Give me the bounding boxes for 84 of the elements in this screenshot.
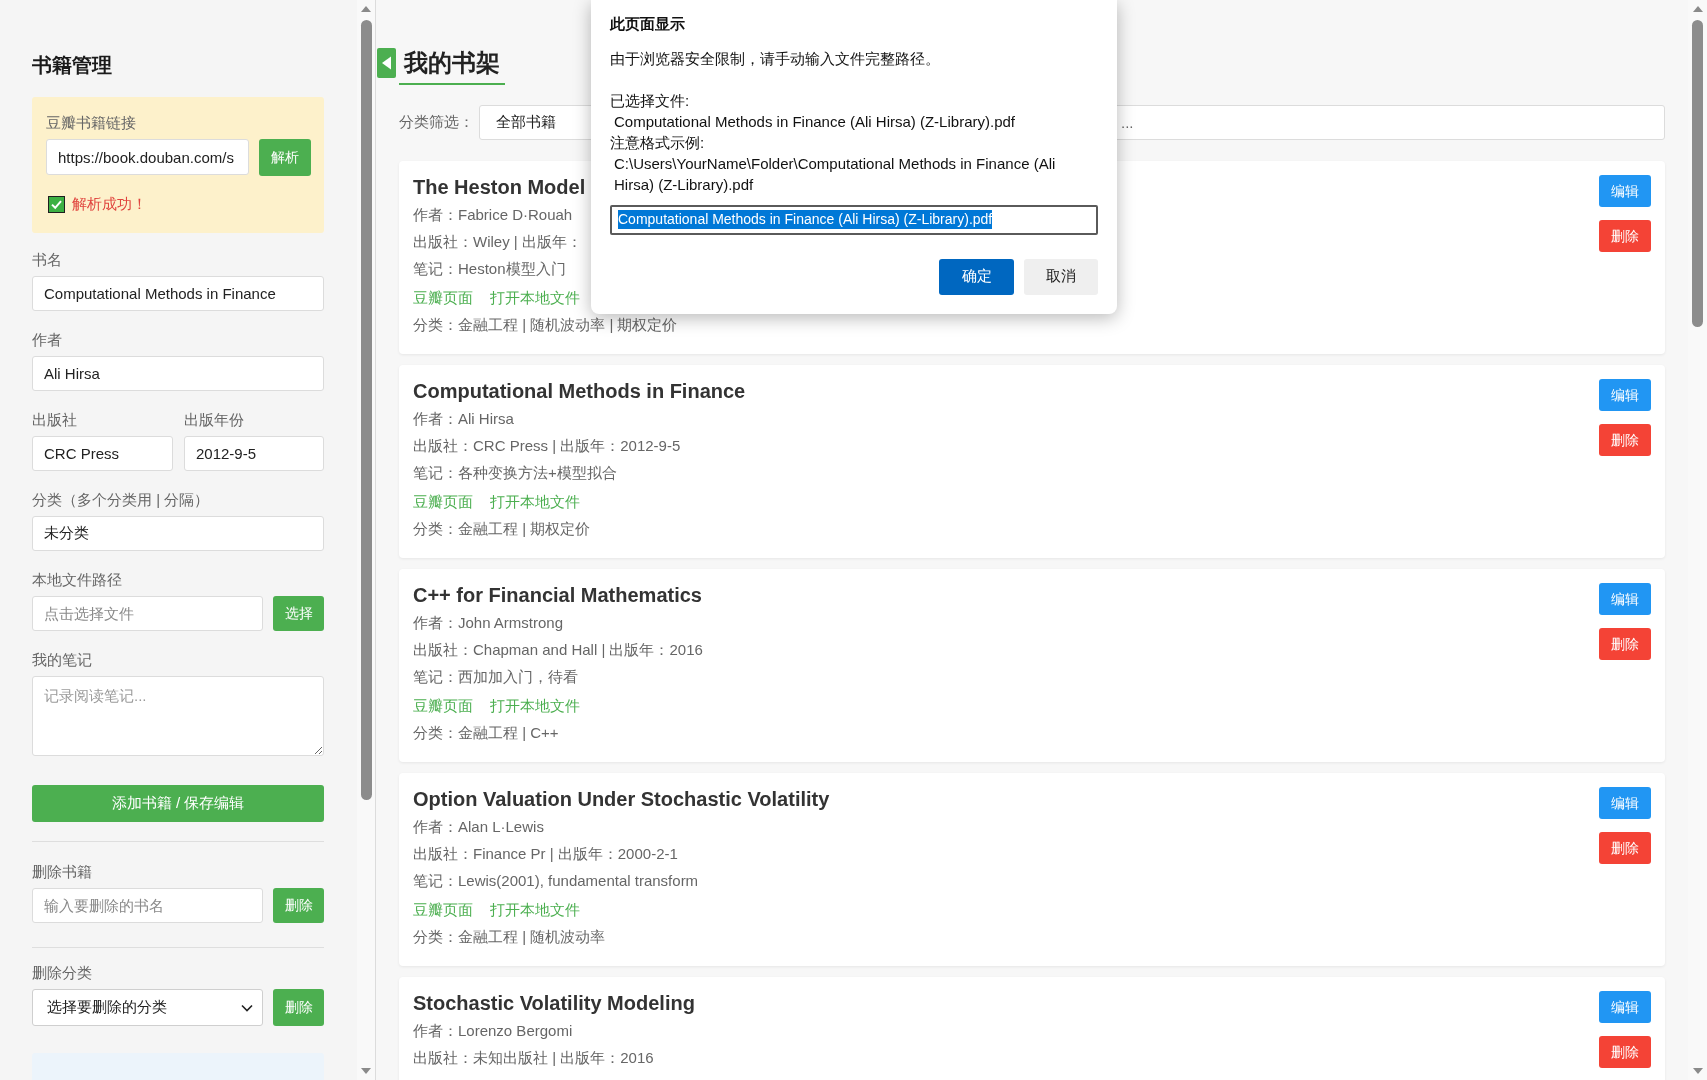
edit-button[interactable]: 编辑 xyxy=(1599,175,1651,207)
book-notes: 笔记：Lewis(2001), fundamental transform xyxy=(413,871,699,891)
book-link[interactable]: 豆瓣页面 xyxy=(413,692,473,719)
book-notes: 笔记：Heston模型入门 xyxy=(413,259,566,279)
year-input[interactable]: 2012-9-5 xyxy=(184,436,324,471)
author-input[interactable]: Ali Hirsa xyxy=(32,356,324,391)
category-input[interactable]: 未分类 xyxy=(32,516,324,551)
book-categories: 分类：金融工程 | 随机波动率 | 期权定价 xyxy=(413,315,678,335)
delete-title-input[interactable]: 输入要删除的书名 xyxy=(32,888,263,923)
scrollbar-thumb[interactable] xyxy=(1692,20,1703,327)
cancel-button[interactable]: 取消 xyxy=(1024,258,1098,295)
delete-button[interactable]: 删除 xyxy=(1599,220,1651,252)
field-label: 作者 xyxy=(32,330,62,350)
field-label: 豆瓣书籍链接 xyxy=(46,113,136,133)
field-label: 我的笔记 xyxy=(32,650,92,670)
book-publisher: 出版社：Finance Pr | 出版年：2000-2-1 xyxy=(413,844,678,864)
save-book-button[interactable]: 添加书籍 / 保存编辑 xyxy=(32,785,324,822)
book-title: Computational Methods in Finance xyxy=(413,379,746,404)
parse-button[interactable]: 解析 xyxy=(259,139,311,176)
file-path-input[interactable]: 点击选择文件 xyxy=(32,596,263,631)
book-publisher: 出版社：CRC Press | 出版年：2012-9-5 xyxy=(413,436,681,456)
delete-button[interactable]: 删除 xyxy=(1599,424,1651,456)
book-notes: 笔记：各种变换方法+模型拟合 xyxy=(413,463,617,483)
delete-book-button[interactable]: 删除 xyxy=(273,888,324,923)
book-notes: 笔记：西加加入门，待看 xyxy=(413,667,578,687)
delete-button[interactable]: 删除 xyxy=(1599,628,1651,660)
example-path: C:\Users\YourName\Folder\Computational Methods in Finance (Ali Hirsa) (Z-Library).pdf xyxy=(613,153,1057,195)
book-link[interactable]: 豆瓣页面 xyxy=(413,896,473,923)
book-categories: 分类：金融工程 | 随机波动率 xyxy=(413,927,606,947)
field-label: 删除分类 xyxy=(32,963,92,983)
path-input[interactable]: Computational Methods in Finance (Ali Hirsa) (Z-Library).pdf xyxy=(610,204,1098,235)
scroll-down-icon[interactable] xyxy=(1692,1068,1703,1074)
scroll-up-icon[interactable] xyxy=(361,6,371,12)
checkmark-icon xyxy=(48,195,65,213)
choose-file-button[interactable]: 选择 xyxy=(273,596,324,631)
scrollbar-thumb[interactable] xyxy=(360,20,372,800)
book-link[interactable]: 打开本地文件 xyxy=(490,488,580,515)
chevron-down-icon xyxy=(241,1003,253,1012)
book-author: 作者：Ali Hirsa xyxy=(413,409,514,429)
book-publisher: 出版社：未知出版社 | 出版年：2016 xyxy=(413,1048,654,1068)
title-input[interactable]: Computational Methods in Finance xyxy=(32,276,324,311)
book-author: 作者：John Armstrong xyxy=(413,613,564,633)
url-input[interactable]: https://book.douban.com/s xyxy=(46,139,249,175)
book-categories: 分类：金融工程 | 期权定价 xyxy=(413,519,591,539)
book-publisher: 出版社：Chapman and Hall | 出版年：2016 xyxy=(413,640,703,660)
book-author: 作者：Fabrice D·Rouah xyxy=(413,205,573,225)
sidebar-title: 书籍管理 xyxy=(32,53,112,78)
book-author: 作者：Alan L·Lewis xyxy=(413,817,544,837)
book-title: Stochastic Volatility Modeling xyxy=(413,991,695,1016)
field-label: 本地文件路径 xyxy=(32,570,122,590)
shelf-title: 我的书架 xyxy=(399,48,505,85)
field-label: 出版年份 xyxy=(184,410,244,430)
success-message: 解析成功！ xyxy=(72,194,147,214)
dialog-title: 此页面显示 xyxy=(610,14,685,34)
book-publisher: 出版社：Wiley | 出版年： xyxy=(413,232,582,252)
field-label: 出版社 xyxy=(32,410,77,430)
edit-button[interactable]: 编辑 xyxy=(1599,991,1651,1023)
ok-button[interactable]: 确定 xyxy=(939,258,1014,295)
edit-button[interactable]: 编辑 xyxy=(1599,583,1651,615)
scroll-up-icon[interactable] xyxy=(1692,6,1703,12)
dialog-message: 由于浏览器安全限制，请手动输入文件完整路径。 xyxy=(610,48,940,69)
book-link[interactable]: 打开本地文件 xyxy=(490,284,580,311)
delete-button[interactable]: 删除 xyxy=(1599,832,1651,864)
field-label: 分类（多个分类用 | 分隔） xyxy=(32,490,210,510)
field-label: 书名 xyxy=(32,250,62,270)
edit-button[interactable]: 编辑 xyxy=(1599,379,1651,411)
notes-textarea[interactable]: 记录阅读笔记... xyxy=(32,676,324,756)
book-author: 作者：Lorenzo Bergomi xyxy=(413,1021,573,1041)
book-link[interactable]: 打开本地文件 xyxy=(490,896,580,923)
scroll-down-icon[interactable] xyxy=(361,1068,371,1074)
delete-category-button[interactable]: 删除 xyxy=(273,989,324,1026)
edit-button[interactable]: 编辑 xyxy=(1599,787,1651,819)
book-link[interactable]: 打开本地文件 xyxy=(490,692,580,719)
book-title: The Heston Model xyxy=(413,175,586,200)
category-select[interactable]: 选择要删除的分类 xyxy=(32,989,263,1026)
book-link[interactable]: 豆瓣页面 xyxy=(413,488,473,515)
filter-label: 分类筛选： xyxy=(399,112,475,133)
book-title: Option Valuation Under Stochastic Volatility xyxy=(413,787,830,812)
book-title: C++ for Financial Mathematics xyxy=(413,583,702,608)
delete-button[interactable]: 删除 xyxy=(1599,1036,1651,1068)
book-categories: 分类：金融工程 | C++ xyxy=(413,723,559,743)
book-link[interactable]: 豆瓣页面 xyxy=(413,284,473,311)
field-label: 删除书籍 xyxy=(32,862,92,882)
publisher-input[interactable]: CRC Press xyxy=(32,436,173,471)
